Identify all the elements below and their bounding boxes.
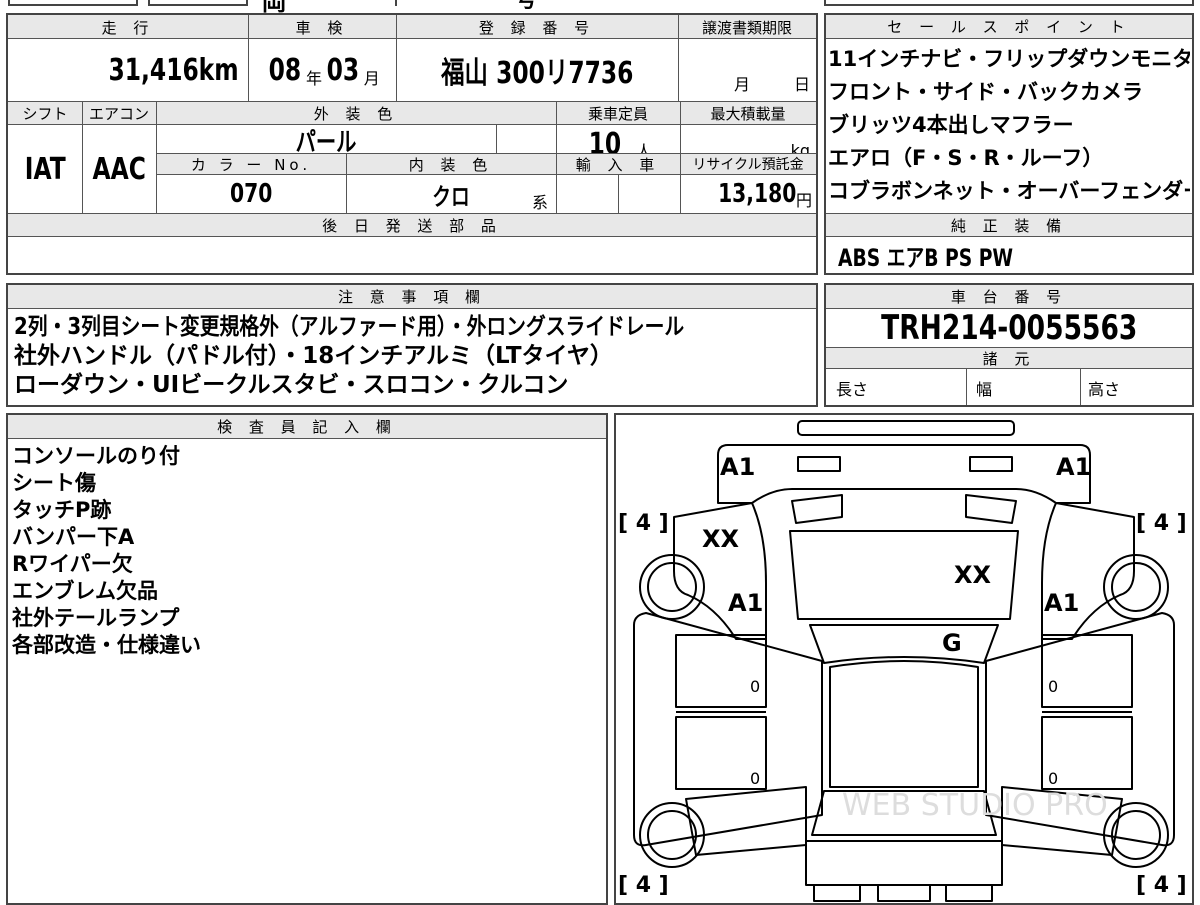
shift-value: IAT <box>24 151 66 187</box>
notes-lines: 2列・3列目シート変更規格外（アルファード用）・外ロングスライドレール 社外ハン… <box>14 313 814 400</box>
inspector-line: コンソールのり付 <box>12 444 180 468</box>
sales-point: エアロ（F・S・R・ルーフ） <box>828 146 1104 170</box>
inspector-line: Rワイパー欠 <box>12 552 133 576</box>
mileage-label: 走 行 <box>101 18 155 37</box>
exterior-color-value: パール <box>295 127 357 158</box>
top-strip: 岡 号 <box>0 0 1200 16</box>
sales-point: フロント・サイド・バックカメラ <box>828 80 1143 104</box>
spec-length: 長さ <box>836 380 869 399</box>
inspector-line: 社外テールランプ <box>12 606 180 630</box>
inspector-line: エンブレム欠品 <box>12 579 158 603</box>
tire-tread-rear-left: [ 4 ] <box>618 873 669 898</box>
recycle-fee-value: 13,180 円 <box>717 179 812 210</box>
damage-a1-right: A1 <box>1044 589 1080 617</box>
inspector-label: 検 査 員 記 入 欄 <box>8 415 606 439</box>
color-no-label: カ ラ ー No. <box>190 155 312 174</box>
note-line: ローダウン・UIビークルスタビ・スロコン・クルコン <box>14 372 569 398</box>
note-line: 2列・3列目シート変更規格外（アルファード用）・外ロングスライドレール <box>14 314 685 340</box>
genuine-equipment-value: ABS エアB PS PW <box>838 243 1014 272</box>
aircon-label: エアコン <box>88 104 149 123</box>
door-rear-right-value: 0 <box>1048 769 1059 788</box>
chassis-number: TRH214-0055563 <box>880 308 1138 348</box>
registration-label: 登 録 番 号 <box>478 18 596 37</box>
tire-tread-rear-right: [ 4 ] <box>1136 873 1187 898</box>
color-no-value: 070 <box>229 179 273 209</box>
tire-tread-front-right: [ 4 ] <box>1136 511 1187 536</box>
notes-label: 注 意 事 項 欄 <box>8 285 816 309</box>
recycle-fee-label: リサイクル預託金 <box>692 157 804 173</box>
vehicle-diagram-panel: WEB STUDIO PRO A1 A1 [ 4 ] [ 4 ] XX XX A… <box>614 413 1194 905</box>
door-front-left-value: 0 <box>750 677 761 696</box>
damage-a1-top-right: A1 <box>1056 453 1092 481</box>
specs-label: 諸 元 <box>826 347 1192 369</box>
damage-xx-right: XX <box>954 561 992 589</box>
inspector-line: シート傷 <box>12 471 96 495</box>
sales-point: ブリッツ4本出しマフラー <box>828 113 1074 137</box>
inspector-line: 各部改造・仕様違い <box>12 633 201 657</box>
sales-point: 11インチナビ・フリップダウンモニター <box>828 47 1190 71</box>
shift-label: シフト <box>22 104 68 123</box>
transfer-deadline-value: 月 日 <box>734 75 810 94</box>
registration-value: 福山 300リ7736 <box>440 56 634 91</box>
damage-a1-left: A1 <box>728 589 764 617</box>
door-front-right-value: 0 <box>1048 677 1059 696</box>
door-rear-left-value: 0 <box>750 769 761 788</box>
tire-tread-front-left: [ 4 ] <box>618 511 669 536</box>
capacity-label: 乗車定員 <box>587 104 648 123</box>
chassis-label: 車 台 番 号 <box>826 285 1192 309</box>
inspector-lines: コンソールのり付 シート傷 タッチP跡 バンパー下A Rワイパー欠 エンブレム欠… <box>12 443 602 659</box>
vehicle-diagram: WEB STUDIO PRO <box>633 420 1175 902</box>
inspection-value: 08 年 03 月 <box>268 52 380 89</box>
transfer-deadline-label: 譲渡書類期限 <box>701 18 792 37</box>
aircon-value: AAC <box>92 151 146 187</box>
later-parts-label: 後 日 発 送 部 品 <box>322 216 502 235</box>
notes-panel: 注 意 事 項 欄 2列・3列目シート変更規格外（アルファード用）・外ロングスラ… <box>6 283 818 407</box>
inspector-panel: 検 査 員 記 入 欄 コンソールのり付 シート傷 タッチP跡 バンパー下A R… <box>6 413 608 905</box>
inspector-line: バンパー下A <box>12 525 135 549</box>
max-load-label: 最大積載量 <box>710 104 786 123</box>
spec-height: 高さ <box>1088 380 1121 399</box>
damage-a1-top-left: A1 <box>720 453 756 481</box>
watermark-text: WEB STUDIO PRO <box>842 788 1108 823</box>
interior-color-value: クロ 系 <box>432 182 548 213</box>
inspector-line: タッチP跡 <box>12 498 112 522</box>
sales-points-label: セ ー ル ス ポ イ ン ト <box>826 15 1192 39</box>
note-line: 社外ハンドル（パドル付）・18インチアルミ（LTタイヤ） <box>14 343 613 369</box>
top-strip-frag: 号 <box>515 0 538 13</box>
sales-points-panel: セ ー ル ス ポ イ ン ト 11インチナビ・フリップダウンモニター フロント… <box>824 13 1194 275</box>
damage-g-windshield: G <box>942 629 962 657</box>
genuine-equipment-label: 純 正 装 備 <box>826 213 1192 237</box>
sales-points-lines: 11インチナビ・フリップダウンモニター フロント・サイド・バックカメラ ブリッツ… <box>828 43 1190 213</box>
damage-xx-left: XX <box>702 525 740 553</box>
sales-point: コブラボンネット・オーバーフェンダー <box>828 179 1190 203</box>
spec-width: 幅 <box>976 380 993 399</box>
vehicle-main-table: 走 行 車 検 登 録 番 号 譲渡書類期限 31,416 km 08 年 03… <box>6 13 818 275</box>
chassis-panel: 車 台 番 号 TRH214-0055563 諸 元 長さ 幅 高さ <box>824 283 1194 407</box>
interior-color-label: 内 装 色 <box>408 155 494 174</box>
inspection-label: 車 検 <box>295 18 349 37</box>
mileage-value: 31,416 km <box>108 52 239 88</box>
import-label: 輸 入 車 <box>575 155 661 174</box>
